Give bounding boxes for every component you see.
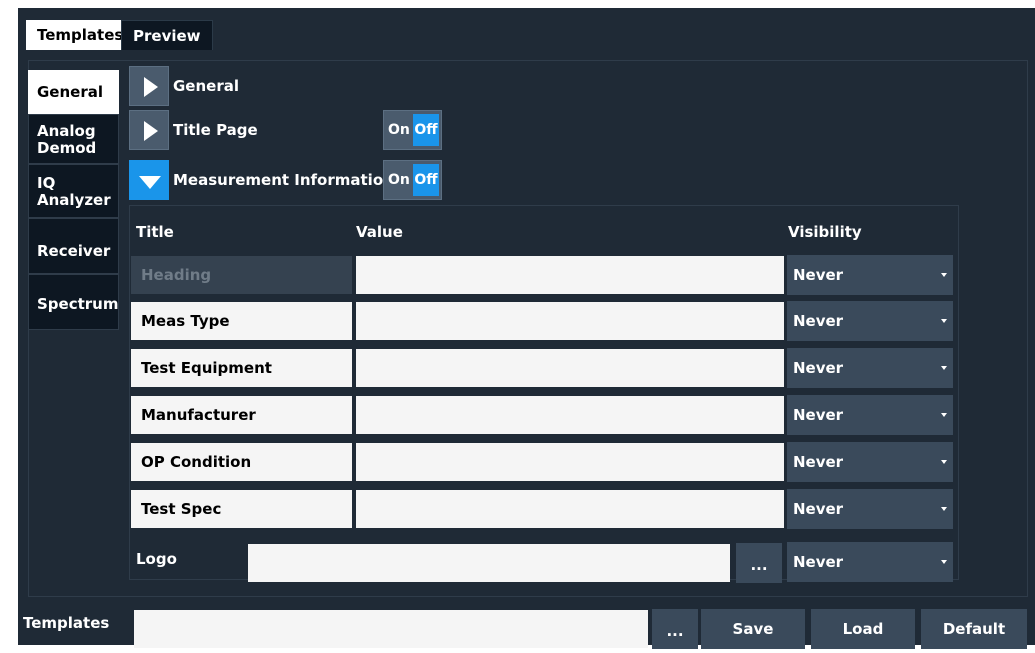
side-tab-label: Analog <box>37 122 96 140</box>
toggle-off-label: Off <box>413 164 439 196</box>
title-page-toggle[interactable]: On Off <box>383 110 442 150</box>
caret-down-icon <box>941 319 947 323</box>
logo-path-input[interactable] <box>248 544 730 582</box>
side-tab-iq-analyzer[interactable]: IQ Analyzer <box>28 164 119 218</box>
visibility-value: Never <box>793 406 844 424</box>
value-field-test-spec[interactable] <box>356 490 784 528</box>
logo-label: Logo <box>136 550 177 568</box>
logo-browse-button[interactable]: ... <box>736 543 782 583</box>
side-tab-label: Demod <box>37 139 97 157</box>
toggle-on-label: On <box>388 122 410 138</box>
templates-label: Templates <box>23 614 110 632</box>
templates-dialog: Templates Preview General Analog Demod I… <box>18 8 1035 649</box>
title-field-op-condition[interactable]: OP Condition <box>131 443 352 481</box>
visibility-value: Never <box>793 500 844 518</box>
tab-preview[interactable]: Preview <box>121 20 213 50</box>
caret-down-icon <box>941 273 947 277</box>
value-field-meas-type[interactable] <box>356 302 784 340</box>
value-field-heading[interactable] <box>356 256 784 294</box>
visibility-dropdown-meas-type[interactable]: Never <box>787 301 953 341</box>
save-button[interactable]: Save <box>701 609 805 649</box>
section-label-title-page: Title Page <box>173 121 258 139</box>
chevron-down-icon <box>139 176 161 189</box>
column-header-value: Value <box>356 223 403 241</box>
chevron-right-icon <box>144 77 158 97</box>
visibility-value: Never <box>793 453 844 471</box>
template-path-input[interactable] <box>134 610 648 648</box>
title-field-meas-type[interactable]: Meas Type <box>131 302 352 340</box>
side-tab-analog-demod[interactable]: Analog Demod <box>28 114 119 164</box>
section-label-general: General <box>173 77 239 95</box>
visibility-dropdown-test-spec[interactable]: Never <box>787 489 953 529</box>
side-tab-spectrum[interactable]: Spectrum <box>28 274 119 330</box>
value-field-op-condition[interactable] <box>356 443 784 481</box>
title-field-test-equipment[interactable]: Test Equipment <box>131 349 352 387</box>
caret-down-icon <box>941 560 947 564</box>
section-label-measurement-information: Measurement Information <box>173 171 394 189</box>
caret-down-icon <box>941 366 947 370</box>
toggle-off-label: Off <box>413 114 439 146</box>
expand-title-page-button[interactable] <box>129 110 169 150</box>
side-tab-general[interactable]: General <box>28 70 119 114</box>
title-field-test-spec[interactable]: Test Spec <box>131 490 352 528</box>
caret-down-icon <box>941 413 947 417</box>
toggle-on-label: On <box>388 172 410 188</box>
side-tab-label: Spectrum <box>37 295 119 313</box>
template-browse-button[interactable]: ... <box>652 609 698 649</box>
value-field-test-equipment[interactable] <box>356 349 784 387</box>
row-title-heading: Heading <box>131 256 352 294</box>
chevron-right-icon <box>144 121 158 141</box>
visibility-dropdown-heading[interactable]: Never <box>787 255 953 295</box>
visibility-value: Never <box>793 312 844 330</box>
tab-templates[interactable]: Templates <box>26 20 133 50</box>
visibility-value: Never <box>793 553 844 571</box>
load-button[interactable]: Load <box>811 609 915 649</box>
visibility-value: Never <box>793 266 844 284</box>
expand-general-button[interactable] <box>129 66 169 106</box>
visibility-value: Never <box>793 359 844 377</box>
caret-down-icon <box>941 460 947 464</box>
title-field-manufacturer[interactable]: Manufacturer <box>131 396 352 434</box>
side-tab-label: General <box>37 83 103 101</box>
side-tab-label: Receiver <box>37 242 111 260</box>
visibility-dropdown-op-condition[interactable]: Never <box>787 442 953 482</box>
measurement-information-toggle[interactable]: On Off <box>383 160 442 200</box>
visibility-dropdown-manufacturer[interactable]: Never <box>787 395 953 435</box>
column-header-visibility: Visibility <box>788 223 862 241</box>
visibility-dropdown-test-equipment[interactable]: Never <box>787 348 953 388</box>
side-tab-label: Analyzer <box>37 191 111 209</box>
visibility-dropdown-logo[interactable]: Never <box>787 542 953 582</box>
caret-down-icon <box>941 507 947 511</box>
collapse-measurement-information-button[interactable] <box>129 160 169 200</box>
side-tab-receiver[interactable]: Receiver <box>28 218 119 274</box>
column-header-title: Title <box>136 223 174 241</box>
value-field-manufacturer[interactable] <box>356 396 784 434</box>
default-button[interactable]: Default <box>921 609 1027 649</box>
side-tab-label: IQ <box>37 174 56 192</box>
